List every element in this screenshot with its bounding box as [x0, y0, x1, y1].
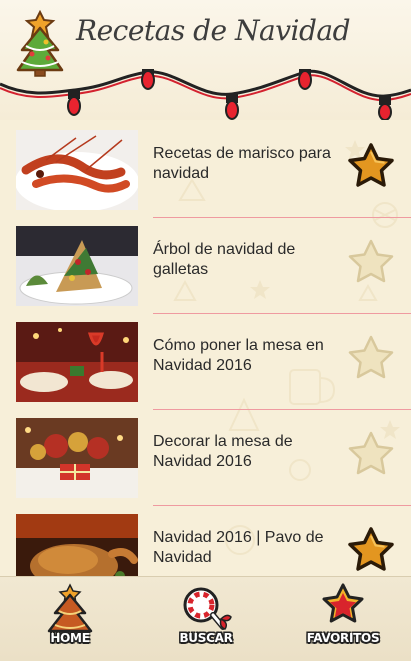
nav-home-label: HOME — [50, 631, 90, 645]
page-title: Recetas de Navidad — [76, 14, 351, 47]
recipe-thumbnail — [16, 130, 138, 210]
recipe-thumbnail — [16, 226, 138, 306]
recipe-title: Navidad 2016 | Pavo de Navidad — [153, 529, 324, 566]
recipe-list-item[interactable]: Cómo poner la mesa en Navidad 2016 — [16, 314, 411, 410]
recipe-title: Cómo poner la mesa en Navidad 2016 — [153, 337, 324, 374]
recipe-title: Árbol de navidad de galletas — [153, 241, 296, 278]
recipe-title: Decorar la mesa de Navidad 2016 — [153, 433, 293, 470]
recipe-list: Recetas de marisco para navidad Árbol de… — [16, 122, 411, 602]
recipe-title: Recetas de marisco para navidad — [153, 145, 331, 182]
recipe-thumbnail — [16, 418, 138, 498]
favorite-star-icon[interactable] — [346, 142, 396, 190]
favorite-star-icon[interactable] — [346, 526, 396, 574]
recipe-list-item[interactable]: Árbol de navidad de galletas — [16, 218, 411, 314]
app-header: Recetas de Navidad — [0, 0, 411, 120]
recipe-thumbnail — [16, 322, 138, 402]
nav-search-button[interactable]: BUSCAR — [161, 581, 251, 657]
christmas-lights-garland — [0, 69, 411, 120]
favorite-star-outline-icon[interactable] — [346, 334, 396, 382]
nav-home-button[interactable]: HOME — [25, 581, 115, 657]
nav-search-label: BUSCAR — [179, 631, 233, 645]
recipe-list-item[interactable]: Recetas de marisco para navidad — [16, 122, 411, 218]
nav-favorites-label: FAVORITOS — [306, 631, 380, 645]
favorite-star-outline-icon[interactable] — [346, 430, 396, 478]
favorite-star-outline-icon[interactable] — [346, 238, 396, 286]
bottom-navigation: HOME BUSCAR FAVORITOS — [0, 576, 411, 661]
nav-favorites-button[interactable]: FAVORITOS — [298, 581, 388, 657]
recipe-list-item[interactable]: Decorar la mesa de Navidad 2016 — [16, 410, 411, 506]
